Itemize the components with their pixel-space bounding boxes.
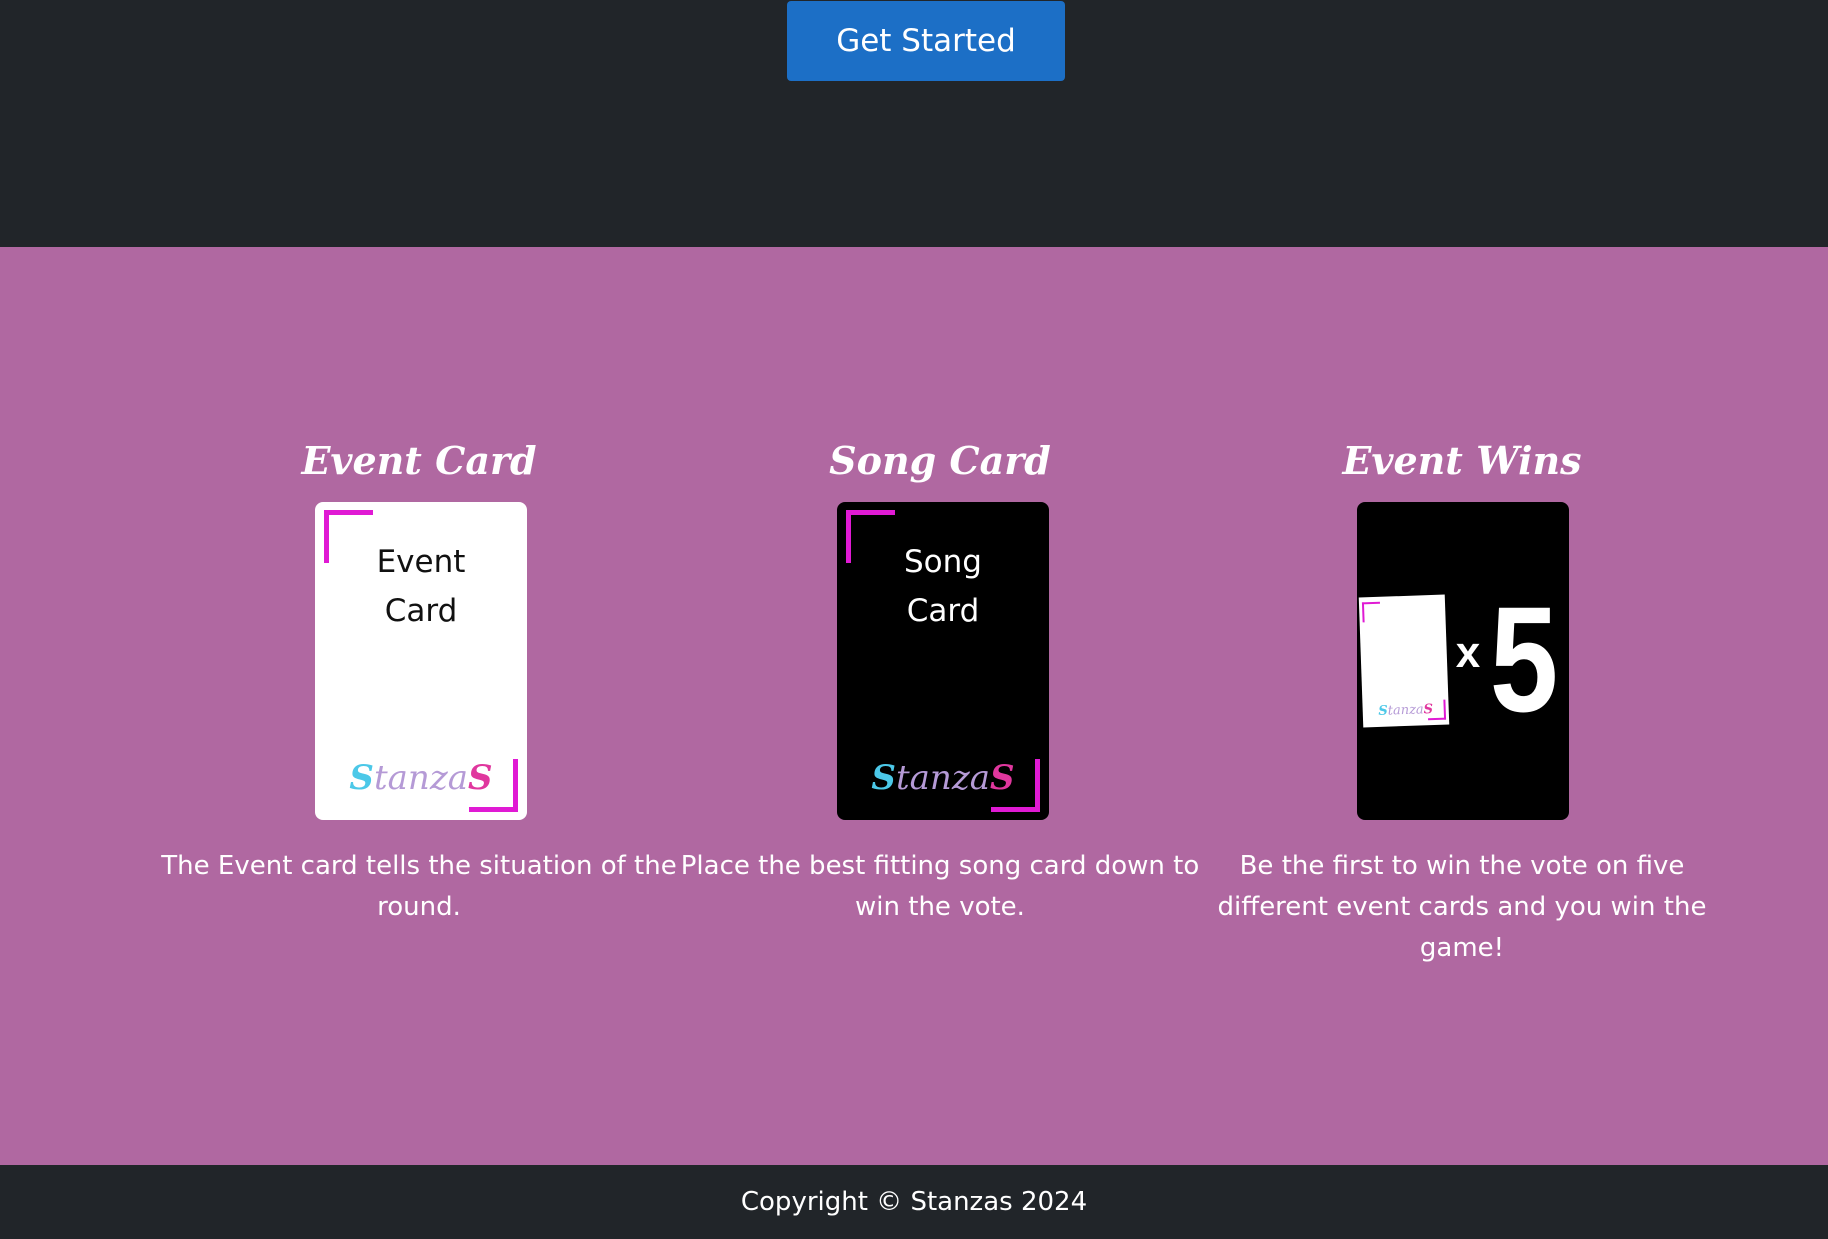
- multiplier-sign: x: [1455, 628, 1481, 677]
- event-card-image: Event Card StanzaS: [315, 502, 527, 820]
- card-text: Song Card: [904, 544, 982, 629]
- mini-event-card-icon: StanzaS: [1358, 594, 1450, 728]
- feature-description: The Event card tells the situation of th…: [161, 851, 677, 922]
- feature-description: Be the first to win the vote on five dif…: [1217, 851, 1707, 963]
- corner-bracket-icon: [469, 759, 518, 812]
- card-text: Event Card: [376, 544, 466, 629]
- feature-event-wins: Event Wins StanzaS x 5 Be the first to w…: [1202, 247, 1722, 1165]
- corner-bracket-icon: [991, 759, 1040, 812]
- feature-title: Event Wins: [1342, 438, 1582, 483]
- feature-song-card: Song Card Song Card StanzaS Place the be…: [680, 247, 1200, 1165]
- features-section: Event Card Event Card StanzaS The Event …: [0, 247, 1828, 1165]
- feature-description: Place the best fitting song card down to…: [680, 851, 1200, 922]
- get-started-button[interactable]: Get Started: [787, 1, 1065, 81]
- footer: Copyright © Stanzas 2024: [0, 1165, 1828, 1239]
- song-card-image: Song Card StanzaS: [837, 502, 1049, 820]
- feature-title: Event Card: [301, 438, 537, 483]
- feature-event-card: Event Card Event Card StanzaS The Event …: [159, 247, 679, 1165]
- event-wins-image: StanzaS x 5: [1357, 502, 1569, 820]
- feature-title: Song Card: [829, 438, 1051, 483]
- multiplier-value: 5: [1489, 575, 1559, 743]
- hero-section: Get Started: [0, 0, 1828, 247]
- copyright-text: Copyright © Stanzas 2024: [740, 1187, 1088, 1217]
